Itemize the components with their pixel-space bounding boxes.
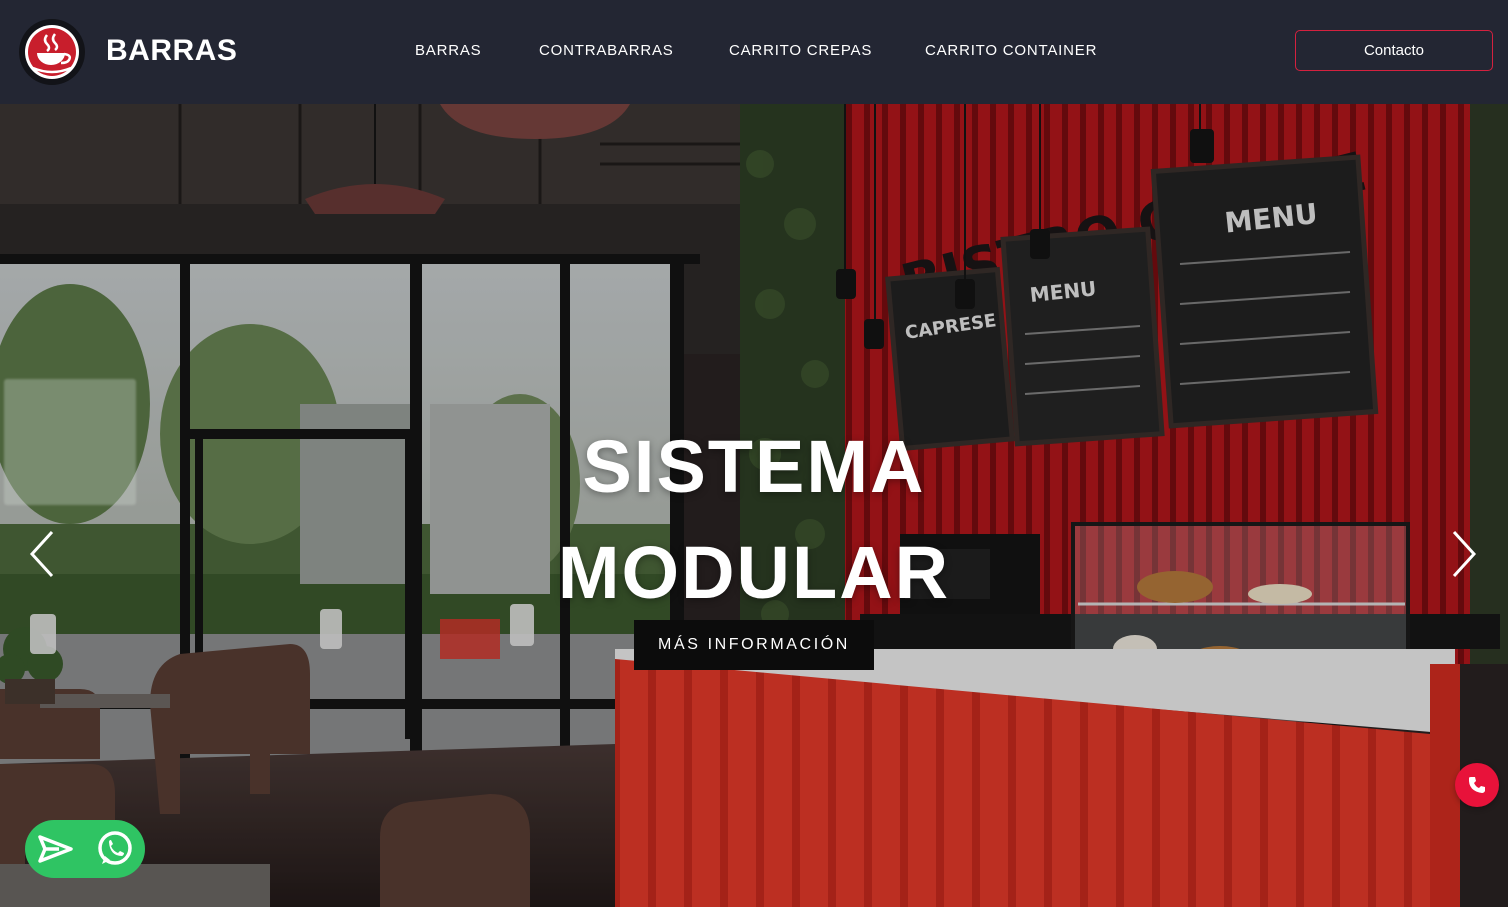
send-message-button[interactable]	[35, 829, 75, 869]
nav-item-barras[interactable]: BARRAS	[415, 39, 482, 63]
logo[interactable]	[19, 19, 85, 85]
coffee-cup-icon	[25, 25, 79, 79]
hero-title: SISTEMA MODULAR	[454, 414, 1054, 626]
whatsapp-icon	[98, 831, 132, 865]
chevron-right-icon	[1452, 530, 1477, 578]
chevron-left-icon	[29, 530, 54, 578]
contact-button[interactable]: Contacto	[1295, 30, 1493, 71]
slider-next-button[interactable]	[1444, 524, 1484, 584]
site-header: BARRAS BARRAS CONTRABARRAS CARRITO CREPA…	[0, 0, 1508, 104]
nav-item-carrito-crepas[interactable]: CARRITO CREPAS	[729, 39, 872, 63]
hero-slider: BISTRO COFFEE MENU MENU CAPRESE	[0, 104, 1508, 907]
brand-name[interactable]: BARRAS	[106, 31, 237, 71]
whatsapp-button[interactable]	[95, 829, 135, 869]
blurred-thumbnail	[4, 379, 136, 505]
phone-icon	[1468, 777, 1485, 793]
hero-title-line1: SISTEMA	[582, 425, 926, 508]
nav-item-carrito-container[interactable]: CARRITO CONTAINER	[925, 39, 1097, 63]
send-icon	[38, 835, 73, 863]
chat-widget	[25, 820, 145, 878]
call-button[interactable]	[1455, 763, 1499, 807]
nav-item-contrabarras[interactable]: CONTRABARRAS	[539, 39, 674, 63]
hero-title-line2: MODULAR	[557, 531, 951, 614]
more-info-button[interactable]: MÁS INFORMACIÓN	[634, 620, 874, 670]
slider-prev-button[interactable]	[22, 524, 62, 584]
